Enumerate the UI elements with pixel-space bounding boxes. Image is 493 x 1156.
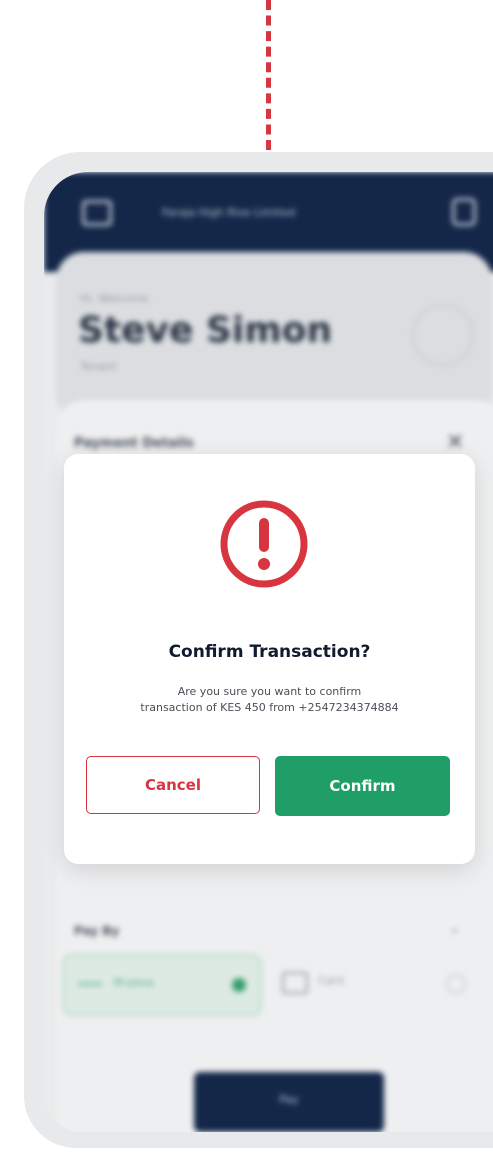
dialog-message: Are you sure you want to confirm transac…	[84, 684, 455, 716]
confirm-button[interactable]: Confirm	[275, 756, 450, 816]
confirm-transaction-dialog: Confirm Transaction? Are you sure you wa…	[64, 454, 475, 864]
dialog-message-line-1: Are you sure you want to confirm	[177, 685, 362, 698]
dashed-connector-line	[266, 0, 271, 150]
dialog-message-line-2: transaction of KES 450 from +25472343748…	[140, 701, 399, 714]
cancel-button[interactable]: Cancel	[86, 756, 260, 814]
alert-icon	[220, 500, 308, 588]
dialog-title: Confirm Transaction?	[168, 642, 371, 662]
